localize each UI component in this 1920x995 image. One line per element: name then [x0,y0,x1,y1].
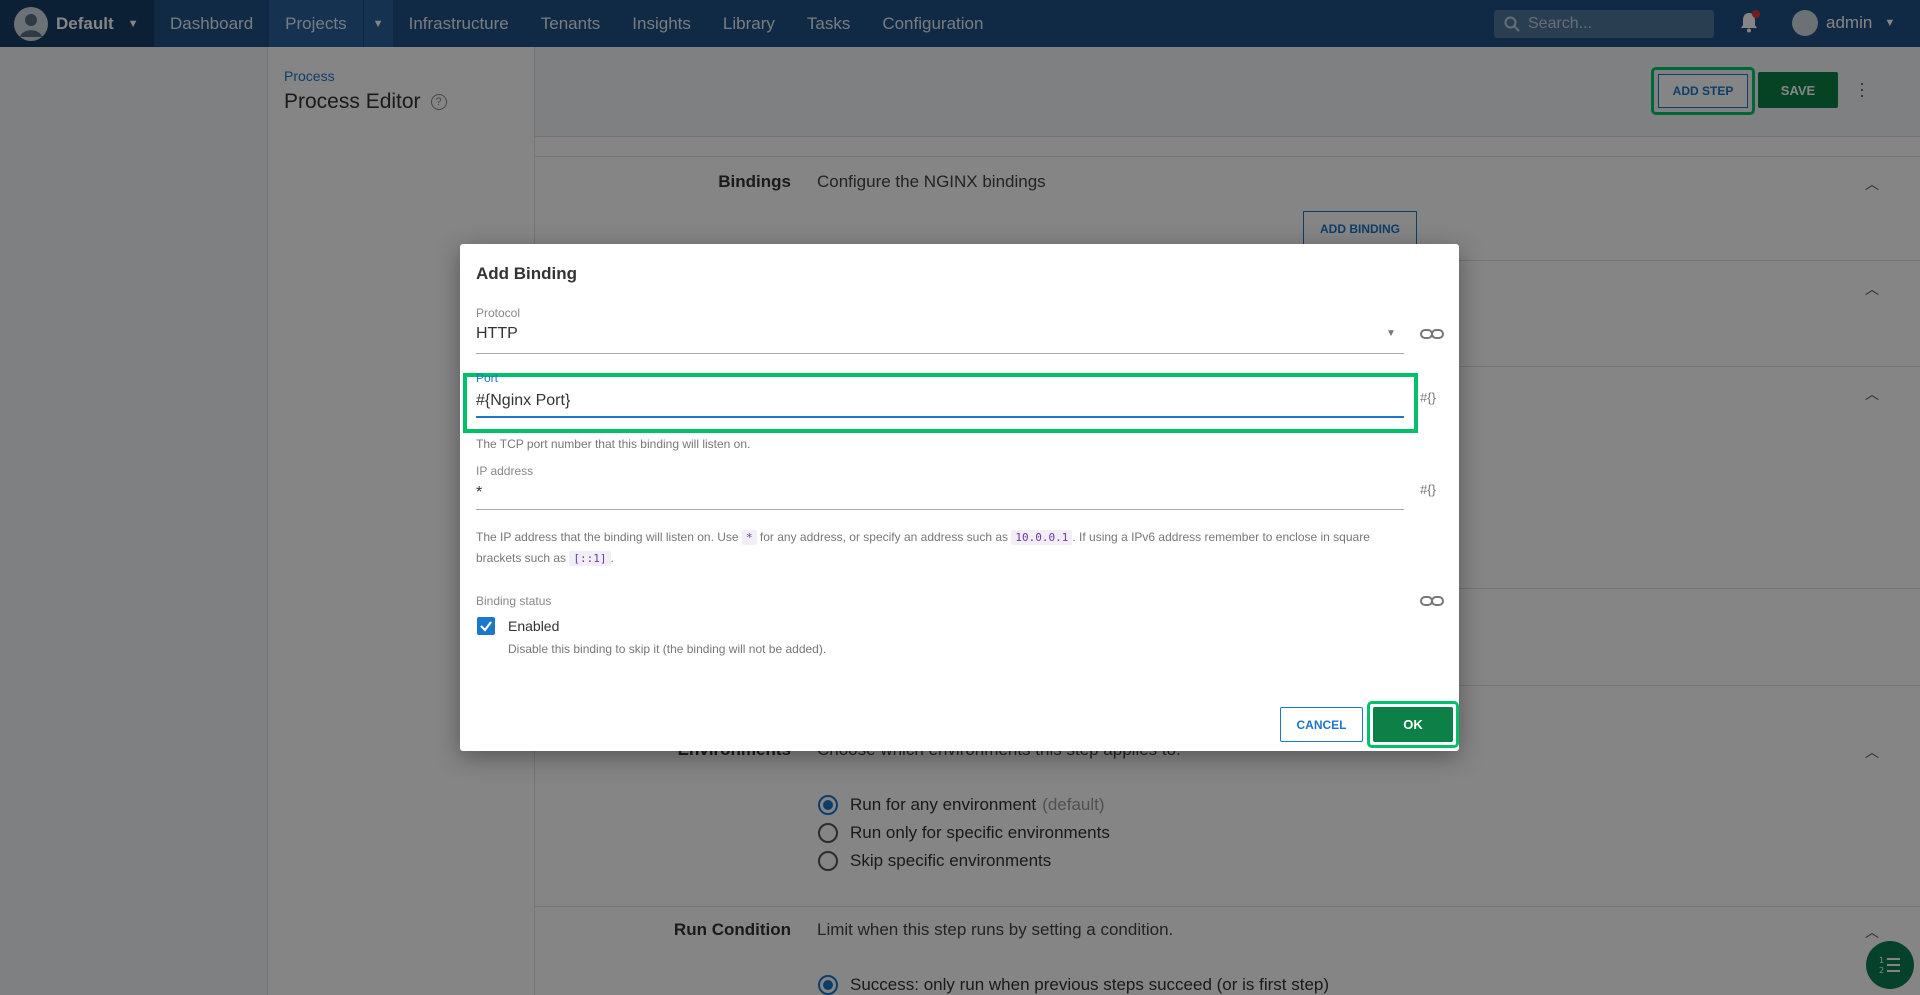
protocol-label: Protocol [476,306,521,320]
add-binding-dialog: Add Binding Protocol HTTP ▼ Port #{Nginx… [460,244,1459,751]
ok-button-highlight: OK [1367,701,1459,748]
ip-hint-text: The IP address that the binding will lis… [476,530,739,544]
enabled-label: Enabled [508,618,560,634]
chevron-down-icon[interactable]: ▼ [1386,328,1396,339]
protocol-underline [476,353,1404,354]
ip-hint: The IP address that the binding will lis… [476,527,1426,569]
ip-hint-text: for any address, or specify an address s… [759,530,1009,544]
variable-icon[interactable]: #{} [1420,390,1436,405]
link-icon[interactable] [1420,594,1444,611]
variable-icon[interactable]: #{} [1420,482,1436,497]
check-icon [480,621,492,632]
port-hint: The TCP port number that this binding wi… [476,437,751,451]
binding-status-label: Binding status [476,594,552,608]
port-label: Port [476,371,499,385]
ip-hint-code: * [741,530,757,545]
ip-hint-code: 10.0.0.1 [1011,530,1073,545]
dialog-title: Add Binding [476,264,578,283]
ip-hint-text: . If using a IPv6 address remember to en… [1072,530,1370,544]
link-icon[interactable] [1420,327,1444,344]
port-input[interactable]: #{Nginx Port} [476,392,570,410]
protocol-select[interactable]: HTTP [476,325,518,343]
port-field-highlight [463,373,1418,433]
cancel-button[interactable]: CANCEL [1280,707,1363,742]
ok-button[interactable]: OK [1373,707,1453,742]
ip-underline [476,509,1404,510]
ip-hint-text: brackets such as [476,551,567,565]
ip-hint-code: [::1] [569,551,611,566]
port-underline [476,416,1404,418]
enabled-hint: Disable this binding to skip it (the bin… [508,642,827,656]
ip-input[interactable]: * [476,484,482,502]
enabled-checkbox[interactable] [477,617,495,635]
ip-hint-text: . [610,551,614,565]
ip-label: IP address [476,464,534,478]
